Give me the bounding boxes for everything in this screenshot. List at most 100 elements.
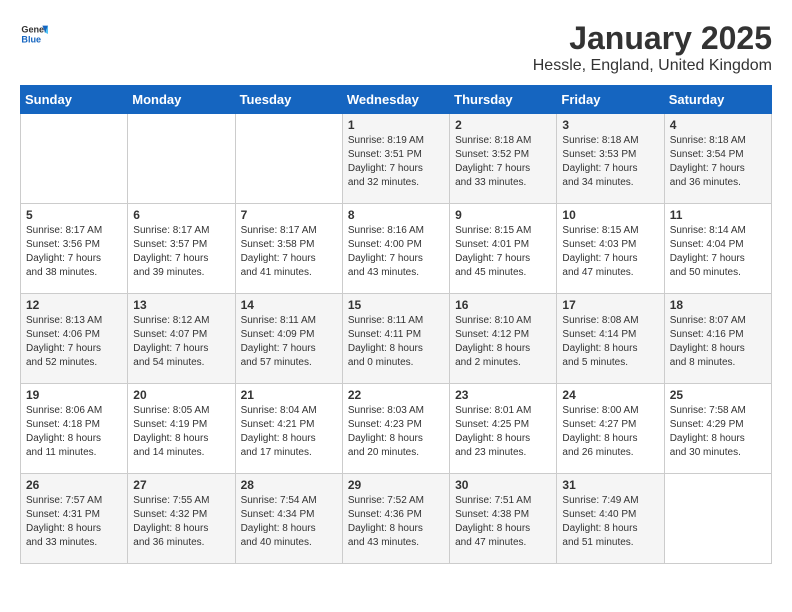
day-number: 28 bbox=[241, 478, 337, 492]
day-number: 6 bbox=[133, 208, 229, 222]
day-number: 3 bbox=[562, 118, 658, 132]
cell-text: Sunrise: 8:17 AM Sunset: 3:56 PM Dayligh… bbox=[26, 224, 122, 280]
logo-icon: General Blue bbox=[20, 20, 48, 48]
calendar-cell: 27Sunrise: 7:55 AM Sunset: 4:32 PM Dayli… bbox=[128, 474, 235, 564]
cell-text: Sunrise: 8:11 AM Sunset: 4:09 PM Dayligh… bbox=[241, 314, 337, 370]
cell-text: Sunrise: 7:51 AM Sunset: 4:38 PM Dayligh… bbox=[455, 494, 551, 550]
day-number: 18 bbox=[670, 298, 766, 312]
calendar-cell: 3 Sunrise: 8:18 AM Sunset: 3:53 PM Daylig… bbox=[557, 114, 664, 204]
day-number: 12 bbox=[26, 298, 122, 312]
calendar-cell: 21Sunrise: 8:04 AM Sunset: 4:21 PM Dayli… bbox=[235, 384, 342, 474]
day-number: 26 bbox=[26, 478, 122, 492]
location-title: Hessle, England, United Kingdom bbox=[533, 57, 772, 75]
cell-text: Sunrise: 8:08 AM Sunset: 4:14 PM Dayligh… bbox=[562, 314, 658, 370]
calendar-week-row: 5 Sunrise: 8:17 AM Sunset: 3:56 PM Daylig… bbox=[21, 204, 772, 294]
weekday-header-row: SundayMondayTuesdayWednesdayThursdayFrid… bbox=[21, 86, 772, 114]
calendar-cell: 7 Sunrise: 8:17 AM Sunset: 3:58 PM Daylig… bbox=[235, 204, 342, 294]
cell-text: Sunrise: 8:03 AM Sunset: 4:23 PM Dayligh… bbox=[348, 404, 444, 460]
day-number: 20 bbox=[133, 388, 229, 402]
weekday-header-monday: Monday bbox=[128, 86, 235, 114]
cell-text: Sunrise: 8:17 AM Sunset: 3:57 PM Dayligh… bbox=[133, 224, 229, 280]
cell-text: Sunrise: 8:15 AM Sunset: 4:03 PM Dayligh… bbox=[562, 224, 658, 280]
cell-text: Sunrise: 7:57 AM Sunset: 4:31 PM Dayligh… bbox=[26, 494, 122, 550]
calendar-cell: 15 Sunrise: 8:11 AM Sunset: 4:11 PM Dayli… bbox=[342, 294, 449, 384]
weekday-header-thursday: Thursday bbox=[450, 86, 557, 114]
cell-text: Sunrise: 7:49 AM Sunset: 4:40 PM Dayligh… bbox=[562, 494, 658, 550]
calendar-cell: 22 Sunrise: 8:03 AM Sunset: 4:23 PM Dayli… bbox=[342, 384, 449, 474]
calendar-cell: 8 Sunrise: 8:16 AM Sunset: 4:00 PM Daylig… bbox=[342, 204, 449, 294]
calendar-cell: 12 Sunrise: 8:13 AM Sunset: 4:06 PM Dayli… bbox=[21, 294, 128, 384]
day-number: 15 bbox=[348, 298, 444, 312]
day-number: 1 bbox=[348, 118, 444, 132]
cell-text: Sunrise: 8:07 AM Sunset: 4:16 PM Dayligh… bbox=[670, 314, 766, 370]
day-number: 7 bbox=[241, 208, 337, 222]
cell-text: Sunrise: 8:10 AM Sunset: 4:12 PM Dayligh… bbox=[455, 314, 551, 370]
day-number: 23 bbox=[455, 388, 551, 402]
calendar-cell bbox=[21, 114, 128, 204]
cell-text: Sunrise: 8:17 AM Sunset: 3:58 PM Dayligh… bbox=[241, 224, 337, 280]
calendar-week-row: 12 Sunrise: 8:13 AM Sunset: 4:06 PM Dayli… bbox=[21, 294, 772, 384]
calendar-table: SundayMondayTuesdayWednesdayThursdayFrid… bbox=[20, 85, 772, 564]
calendar-week-row: 19Sunrise: 8:06 AM Sunset: 4:18 PM Dayli… bbox=[21, 384, 772, 474]
month-title: January 2025 bbox=[533, 20, 772, 57]
cell-text: Sunrise: 8:18 AM Sunset: 3:54 PM Dayligh… bbox=[670, 134, 766, 190]
calendar-cell: 23 Sunrise: 8:01 AM Sunset: 4:25 PM Dayli… bbox=[450, 384, 557, 474]
calendar-cell: 5 Sunrise: 8:17 AM Sunset: 3:56 PM Daylig… bbox=[21, 204, 128, 294]
calendar-cell: 24 Sunrise: 8:00 AM Sunset: 4:27 PM Dayli… bbox=[557, 384, 664, 474]
day-number: 9 bbox=[455, 208, 551, 222]
cell-text: Sunrise: 8:18 AM Sunset: 3:52 PM Dayligh… bbox=[455, 134, 551, 190]
weekday-header-wednesday: Wednesday bbox=[342, 86, 449, 114]
calendar-cell: 30 Sunrise: 7:51 AM Sunset: 4:38 PM Dayli… bbox=[450, 474, 557, 564]
cell-text: Sunrise: 8:13 AM Sunset: 4:06 PM Dayligh… bbox=[26, 314, 122, 370]
cell-text: Sunrise: 8:00 AM Sunset: 4:27 PM Dayligh… bbox=[562, 404, 658, 460]
day-number: 2 bbox=[455, 118, 551, 132]
day-number: 30 bbox=[455, 478, 551, 492]
calendar-cell bbox=[128, 114, 235, 204]
cell-text: Sunrise: 7:58 AM Sunset: 4:29 PM Dayligh… bbox=[670, 404, 766, 460]
day-number: 13 bbox=[133, 298, 229, 312]
calendar-cell: 20Sunrise: 8:05 AM Sunset: 4:19 PM Dayli… bbox=[128, 384, 235, 474]
calendar-cell: 14 Sunrise: 8:11 AM Sunset: 4:09 PM Dayli… bbox=[235, 294, 342, 384]
calendar-cell: 19Sunrise: 8:06 AM Sunset: 4:18 PM Dayli… bbox=[21, 384, 128, 474]
cell-text: Sunrise: 8:04 AM Sunset: 4:21 PM Dayligh… bbox=[241, 404, 337, 460]
svg-text:Blue: Blue bbox=[21, 34, 41, 44]
calendar-cell: 17Sunrise: 8:08 AM Sunset: 4:14 PM Dayli… bbox=[557, 294, 664, 384]
calendar-cell bbox=[664, 474, 771, 564]
calendar-week-row: 1 Sunrise: 8:19 AM Sunset: 3:51 PM Daylig… bbox=[21, 114, 772, 204]
calendar-cell: 4 Sunrise: 8:18 AM Sunset: 3:54 PM Daylig… bbox=[664, 114, 771, 204]
day-number: 5 bbox=[26, 208, 122, 222]
cell-text: Sunrise: 8:18 AM Sunset: 3:53 PM Dayligh… bbox=[562, 134, 658, 190]
calendar-cell: 18 Sunrise: 8:07 AM Sunset: 4:16 PM Dayli… bbox=[664, 294, 771, 384]
calendar-cell: 2 Sunrise: 8:18 AM Sunset: 3:52 PM Daylig… bbox=[450, 114, 557, 204]
weekday-header-sunday: Sunday bbox=[21, 86, 128, 114]
day-number: 16 bbox=[455, 298, 551, 312]
header: General Blue January 2025 Hessle, Englan… bbox=[20, 20, 772, 75]
calendar-cell: 11Sunrise: 8:14 AM Sunset: 4:04 PM Dayli… bbox=[664, 204, 771, 294]
cell-text: Sunrise: 8:06 AM Sunset: 4:18 PM Dayligh… bbox=[26, 404, 122, 460]
cell-text: Sunrise: 7:54 AM Sunset: 4:34 PM Dayligh… bbox=[241, 494, 337, 550]
calendar-cell: 10 Sunrise: 8:15 AM Sunset: 4:03 PM Dayli… bbox=[557, 204, 664, 294]
calendar-cell: 9 Sunrise: 8:15 AM Sunset: 4:01 PM Daylig… bbox=[450, 204, 557, 294]
calendar-cell: 6 Sunrise: 8:17 AM Sunset: 3:57 PM Daylig… bbox=[128, 204, 235, 294]
day-number: 4 bbox=[670, 118, 766, 132]
day-number: 11 bbox=[670, 208, 766, 222]
cell-text: Sunrise: 8:11 AM Sunset: 4:11 PM Dayligh… bbox=[348, 314, 444, 370]
calendar-cell: 29Sunrise: 7:52 AM Sunset: 4:36 PM Dayli… bbox=[342, 474, 449, 564]
calendar-cell: 16 Sunrise: 8:10 AM Sunset: 4:12 PM Dayli… bbox=[450, 294, 557, 384]
day-number: 10 bbox=[562, 208, 658, 222]
day-number: 8 bbox=[348, 208, 444, 222]
calendar-week-row: 26 Sunrise: 7:57 AM Sunset: 4:31 PM Dayli… bbox=[21, 474, 772, 564]
cell-text: Sunrise: 8:12 AM Sunset: 4:07 PM Dayligh… bbox=[133, 314, 229, 370]
weekday-header-saturday: Saturday bbox=[664, 86, 771, 114]
cell-text: Sunrise: 7:55 AM Sunset: 4:32 PM Dayligh… bbox=[133, 494, 229, 550]
day-number: 24 bbox=[562, 388, 658, 402]
logo: General Blue bbox=[20, 20, 48, 48]
cell-text: Sunrise: 8:19 AM Sunset: 3:51 PM Dayligh… bbox=[348, 134, 444, 190]
calendar-cell bbox=[235, 114, 342, 204]
cell-text: Sunrise: 8:15 AM Sunset: 4:01 PM Dayligh… bbox=[455, 224, 551, 280]
day-number: 14 bbox=[241, 298, 337, 312]
day-number: 22 bbox=[348, 388, 444, 402]
calendar-cell: 13 Sunrise: 8:12 AM Sunset: 4:07 PM Dayli… bbox=[128, 294, 235, 384]
cell-text: Sunrise: 8:16 AM Sunset: 4:00 PM Dayligh… bbox=[348, 224, 444, 280]
cell-text: Sunrise: 8:01 AM Sunset: 4:25 PM Dayligh… bbox=[455, 404, 551, 460]
